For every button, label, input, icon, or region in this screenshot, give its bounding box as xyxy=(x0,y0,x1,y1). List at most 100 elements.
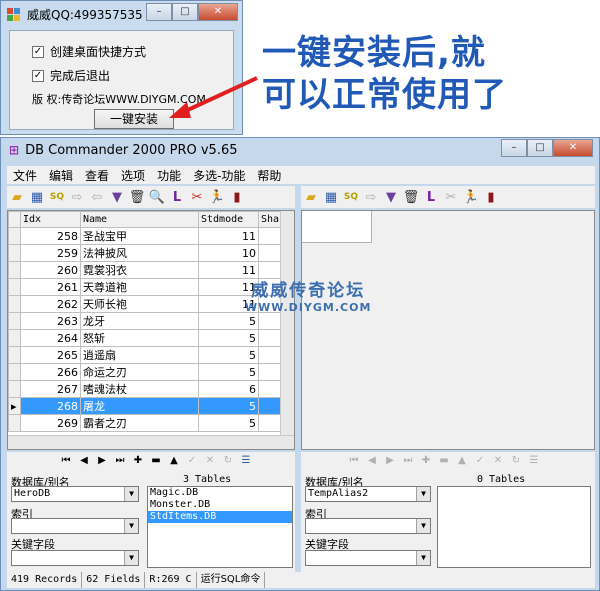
exit-icon[interactable]: ▮ xyxy=(481,188,501,206)
next-record-icon[interactable]: ▶ xyxy=(93,455,111,466)
edit-record-icon[interactable]: ▲ xyxy=(165,455,183,466)
arrow-left-icon[interactable]: ⇦ xyxy=(87,188,107,206)
query-icon[interactable]: L xyxy=(421,188,441,206)
column-header-stdmode[interactable]: Stdmode xyxy=(198,211,259,228)
grid-horizontal-scrollbar[interactable] xyxy=(8,435,294,449)
column-header-shape[interactable]: Sha xyxy=(258,211,283,228)
filter-icon[interactable]: ▼ xyxy=(107,188,127,206)
column-header-idx[interactable]: Idx xyxy=(20,211,81,228)
cell-name: 怒斩 xyxy=(80,329,199,347)
arrow-right-icon[interactable]: ⇨ xyxy=(67,188,87,206)
install-button[interactable]: 一键安装 xyxy=(94,109,174,129)
refresh-icon[interactable]: ↻ xyxy=(507,455,525,466)
minimize-icon[interactable]: – xyxy=(146,3,172,21)
query-icon[interactable]: L xyxy=(167,188,187,206)
menu-options[interactable]: 选项 xyxy=(115,167,151,184)
run-icon[interactable]: 🏃 xyxy=(461,188,481,206)
prior-record-icon[interactable]: ◀ xyxy=(75,455,93,466)
list-item[interactable]: Monster.DB xyxy=(148,499,292,511)
table-row[interactable]: 263 龙牙 5 xyxy=(8,312,283,330)
tools-icon[interactable]: ✂ xyxy=(441,188,461,206)
maximize-icon[interactable]: □ xyxy=(527,139,553,157)
grid-vertical-scrollbar[interactable] xyxy=(280,211,294,449)
refresh-icon[interactable]: ↻ xyxy=(219,455,237,466)
right-tables-list[interactable] xyxy=(437,486,591,568)
arrow-right-icon[interactable]: ⇨ xyxy=(361,188,381,206)
cancel-record-icon[interactable]: ✕ xyxy=(201,455,219,466)
shortcut-checkbox[interactable]: ✓ xyxy=(32,45,44,58)
menu-help[interactable]: 帮助 xyxy=(251,167,287,184)
chevron-down-icon[interactable]: ▼ xyxy=(416,551,430,565)
right-key-select[interactable]: ▼ xyxy=(305,550,431,566)
menu-view[interactable]: 查看 xyxy=(79,167,115,184)
shortcut-option[interactable]: ✓ 创建桌面快捷方式 xyxy=(32,43,146,60)
table-row[interactable]: 264 怒斩 5 xyxy=(8,329,283,347)
table-row-selected[interactable]: ▸ 268 屠龙 5 xyxy=(8,397,283,415)
table-row[interactable]: 261 天尊道袍 11 xyxy=(8,278,283,296)
first-record-icon[interactable]: ⏮ xyxy=(345,455,363,466)
post-record-icon[interactable]: ✓ xyxy=(183,455,201,466)
last-record-icon[interactable]: ⏭ xyxy=(399,455,417,466)
menu-multi-functions[interactable]: 多选-功能 xyxy=(187,167,251,184)
filter-icon[interactable]: ▼ xyxy=(381,188,401,206)
delete-icon[interactable]: 🗑 xyxy=(401,188,421,206)
exit-option[interactable]: ✓ 完成后退出 xyxy=(32,67,110,84)
left-tables-list[interactable]: Magic.DB Monster.DB StdItems.DB xyxy=(147,486,293,568)
chevron-down-icon[interactable]: ▼ xyxy=(124,487,138,501)
sql-icon[interactable]: SQ xyxy=(47,188,67,206)
menu-functions[interactable]: 功能 xyxy=(151,167,187,184)
filter-settings-icon[interactable]: ☰ xyxy=(525,455,543,466)
chevron-down-icon[interactable]: ▼ xyxy=(124,519,138,533)
edit-record-icon[interactable]: ▲ xyxy=(453,455,471,466)
close-icon[interactable]: ✕ xyxy=(198,3,238,21)
run-icon[interactable]: 🏃 xyxy=(207,188,227,206)
next-record-icon[interactable]: ▶ xyxy=(381,455,399,466)
table-icon[interactable]: ▦ xyxy=(321,188,341,206)
open-folder-icon[interactable]: ▰ xyxy=(7,188,27,206)
minimize-icon[interactable]: – xyxy=(501,139,527,157)
delete-record-icon[interactable]: ▬ xyxy=(435,455,453,466)
open-folder-icon[interactable]: ▰ xyxy=(301,188,321,206)
list-item-selected[interactable]: StdItems.DB xyxy=(148,511,292,523)
chevron-down-icon[interactable]: ▼ xyxy=(416,519,430,533)
table-row[interactable]: 262 天师长袍 11 xyxy=(8,295,283,313)
table-row[interactable]: 265 逍遥扇 5 xyxy=(8,346,283,364)
chevron-down-icon[interactable]: ▼ xyxy=(124,551,138,565)
menu-edit[interactable]: 编辑 xyxy=(43,167,79,184)
table-row[interactable]: 269 霸者之刃 5 xyxy=(8,414,283,432)
chevron-down-icon[interactable]: ▼ xyxy=(416,487,430,501)
first-record-icon[interactable]: ⏮ xyxy=(57,455,75,466)
filter-settings-icon[interactable]: ☰ xyxy=(237,455,255,466)
left-key-select[interactable]: ▼ xyxy=(11,550,139,566)
search-icon[interactable]: 🔍 xyxy=(147,188,167,206)
tools-icon[interactable]: ✂ xyxy=(187,188,207,206)
right-index-select[interactable]: ▼ xyxy=(305,518,431,534)
right-data-grid[interactable] xyxy=(301,210,595,450)
menu-file[interactable]: 文件 xyxy=(7,167,43,184)
insert-record-icon[interactable]: ✚ xyxy=(417,455,435,466)
table-row[interactable]: 267 嗜魂法杖 6 xyxy=(8,380,283,398)
table-row[interactable]: 258 圣战宝甲 11 xyxy=(8,227,283,245)
right-db-select[interactable]: TempAlias2 ▼ xyxy=(305,486,431,502)
insert-record-icon[interactable]: ✚ xyxy=(129,455,147,466)
list-item[interactable]: Magic.DB xyxy=(148,487,292,499)
post-record-icon[interactable]: ✓ xyxy=(471,455,489,466)
last-record-icon[interactable]: ⏭ xyxy=(111,455,129,466)
exit-checkbox[interactable]: ✓ xyxy=(32,69,44,82)
left-index-select[interactable]: ▼ xyxy=(11,518,139,534)
left-db-select[interactable]: HeroDB ▼ xyxy=(11,486,139,502)
cancel-record-icon[interactable]: ✕ xyxy=(489,455,507,466)
close-icon[interactable]: ✕ xyxy=(553,139,593,157)
delete-icon[interactable]: 🗑 xyxy=(127,188,147,206)
delete-record-icon[interactable]: ▬ xyxy=(147,455,165,466)
sql-icon[interactable]: SQ xyxy=(341,188,361,206)
left-data-grid[interactable]: Idx Name Stdmode Sha 258 圣战宝甲 11 259 法神披风 10… xyxy=(7,210,295,450)
column-header-name[interactable]: Name xyxy=(80,211,199,228)
table-icon[interactable]: ▦ xyxy=(27,188,47,206)
prior-record-icon[interactable]: ◀ xyxy=(363,455,381,466)
table-row[interactable]: 260 霓裳羽衣 11 xyxy=(8,261,283,279)
exit-icon[interactable]: ▮ xyxy=(227,188,247,206)
table-row[interactable]: 259 法神披风 10 xyxy=(8,244,283,262)
table-row[interactable]: 266 命运之刃 5 xyxy=(8,363,283,381)
maximize-icon[interactable]: □ xyxy=(172,3,198,21)
